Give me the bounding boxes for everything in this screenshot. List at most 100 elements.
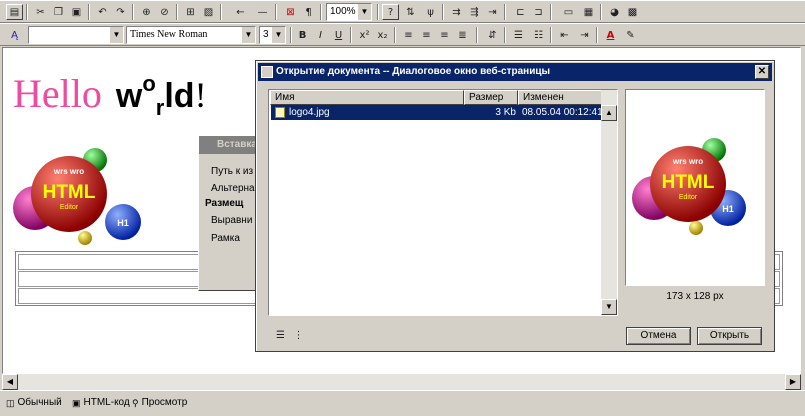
text-direction-icon[interactable]: ⇵: [484, 27, 501, 43]
paste-icon[interactable]: ▣: [68, 4, 85, 20]
column-header-name[interactable]: Имя: [270, 90, 464, 105]
preview-dimensions: 173 x 128 px: [666, 291, 724, 302]
align-right-icon[interactable]: ≡: [436, 27, 453, 43]
link-icon[interactable]: ⊕: [138, 4, 155, 20]
paragraph-icon[interactable]: ¶: [300, 4, 317, 20]
grid-icon[interactable]: ▦: [580, 4, 597, 20]
cut-icon[interactable]: ✂: [32, 4, 49, 20]
unlink-icon[interactable]: ⊘: [156, 4, 173, 20]
open-button[interactable]: Открыть: [697, 327, 762, 345]
help-icon[interactable]: ?: [382, 4, 399, 20]
alt-label: Альтерна: [211, 183, 255, 194]
file-list-scrollbar[interactable]: ▲ ▼: [601, 90, 617, 315]
details-view-icon[interactable]: ⋮: [290, 327, 307, 343]
hello-world-text: Hello world!: [13, 70, 207, 120]
subscript-icon[interactable]: x₂: [374, 27, 391, 43]
redo-icon[interactable]: ↷: [112, 4, 129, 20]
style-select[interactable]: ▼: [28, 26, 124, 44]
column-header-size[interactable]: Размер: [464, 90, 518, 105]
chevron-down-icon[interactable]: ▼: [241, 27, 255, 43]
highlight-icon[interactable]: ✎: [622, 27, 639, 43]
file-size: 3 Kb: [495, 107, 516, 118]
toolbar-separator: [550, 4, 552, 20]
bold-icon[interactable]: B: [294, 27, 311, 43]
font-size-select[interactable]: 3 ▼: [259, 26, 286, 44]
file-row[interactable]: logo4.jpg 3 Kb 08.05.04 00:12:41: [271, 105, 602, 120]
underline-icon[interactable]: U: [330, 27, 347, 43]
indent-icon[interactable]: ⇥: [576, 27, 593, 43]
bullet-list-icon[interactable]: ☷: [530, 27, 547, 43]
merge-cells-icon[interactable]: ⊏: [512, 4, 529, 20]
align-center-icon[interactable]: ≡: [418, 27, 435, 43]
text-color-icon[interactable]: A: [602, 27, 619, 43]
toolbar-separator: [290, 27, 292, 43]
w-letter: w: [115, 77, 143, 115]
ld-letters: ld: [164, 77, 195, 115]
column-header-modified[interactable]: Изменен: [518, 90, 602, 105]
align-left-icon[interactable]: ≡: [400, 27, 417, 43]
sort-icon[interactable]: ⇅: [402, 4, 419, 20]
scroll-right-button[interactable]: ▶: [785, 374, 801, 390]
scroll-left-button[interactable]: ◀: [2, 374, 18, 390]
r-subscript: r: [155, 95, 165, 120]
form-icon[interactable]: ▭: [560, 4, 577, 20]
zoom-value: 100%: [330, 6, 356, 17]
window-icon: [261, 66, 273, 78]
palette-icon[interactable]: ◕: [606, 4, 623, 20]
font-select[interactable]: Times New Roman ▼: [126, 26, 256, 44]
insert-row-icon[interactable]: ⇉: [448, 4, 465, 20]
tab-preview[interactable]: ⚲ Просмотр: [132, 395, 187, 410]
style-icon: Ą: [11, 29, 18, 41]
table-icon[interactable]: ⊞: [182, 4, 199, 20]
toolbar-separator: [476, 27, 478, 43]
image-icon[interactable]: ▨: [200, 4, 217, 20]
path-label: Путь к из: [211, 166, 254, 177]
delete-row-icon[interactable]: ⇥: [484, 4, 501, 20]
chevron-down-icon[interactable]: ▼: [109, 27, 123, 43]
undo-icon[interactable]: ↶: [94, 4, 111, 20]
font-value: Times New Roman: [130, 29, 208, 40]
scroll-down-button[interactable]: ▼: [601, 299, 617, 315]
html-code-icon: ▣: [72, 397, 81, 408]
cancel-button[interactable]: Отмена: [626, 327, 691, 345]
horizontal-line-icon[interactable]: —: [254, 4, 271, 20]
split-cells-icon[interactable]: ⊐: [530, 4, 547, 20]
spell-icon[interactable]: ψ: [422, 4, 439, 20]
arrow-left-icon[interactable]: ←: [232, 4, 249, 20]
scroll-up-button[interactable]: ▲: [601, 105, 617, 121]
preview-icon[interactable]: ▩: [624, 4, 641, 20]
toolbar-separator: [88, 4, 90, 20]
numbered-list-icon[interactable]: ☰: [510, 27, 527, 43]
insert-column-icon[interactable]: ⇶: [466, 4, 483, 20]
border-label: Рамка: [211, 233, 240, 244]
preview-logo-small-text: wrs wro: [672, 157, 703, 166]
stop-icon[interactable]: ⊠: [282, 4, 299, 20]
tab-preview-label: Просмотр: [141, 396, 188, 408]
toolbar-separator: [596, 27, 598, 43]
image-preview: wrs wro HTML Editor H1: [625, 89, 765, 286]
preview-logo-image: wrs wro HTML Editor H1: [632, 138, 746, 235]
superscript-icon[interactable]: x²: [356, 27, 373, 43]
tab-normal-label: Обычный: [17, 396, 62, 408]
toolbar-separator: [220, 4, 222, 20]
toolbar-separator: [320, 4, 322, 20]
copy-icon[interactable]: ❐: [50, 4, 67, 20]
zoom-select[interactable]: 100% ▼: [326, 3, 372, 21]
list-view-icon[interactable]: ☰: [272, 327, 289, 343]
document-horizontal-scrollbar[interactable]: ◀ ▶: [2, 374, 801, 390]
tab-normal[interactable]: ◫ Обычный: [6, 395, 62, 410]
save-icon[interactable]: ▤: [6, 4, 23, 20]
toolbar-separator: [504, 27, 506, 43]
close-icon[interactable]: ✕: [755, 65, 769, 79]
normal-view-icon: ◫: [6, 397, 15, 408]
chevron-down-icon[interactable]: ▼: [271, 27, 285, 43]
file-modified: 08.05.04 00:12:41: [522, 107, 602, 118]
italic-icon[interactable]: I: [312, 27, 329, 43]
chevron-down-icon[interactable]: ▼: [357, 4, 371, 20]
tab-html-code[interactable]: ▣ HTML-код: [72, 395, 130, 410]
toolbar-separator: [377, 4, 379, 20]
file-name: logo4.jpg: [289, 107, 330, 118]
outdent-icon[interactable]: ⇤: [556, 27, 573, 43]
justify-icon[interactable]: ≣: [454, 27, 471, 43]
file-list[interactable]: Имя Размер Изменен logo4.jpg 3 Kb 08.05.…: [268, 89, 618, 316]
